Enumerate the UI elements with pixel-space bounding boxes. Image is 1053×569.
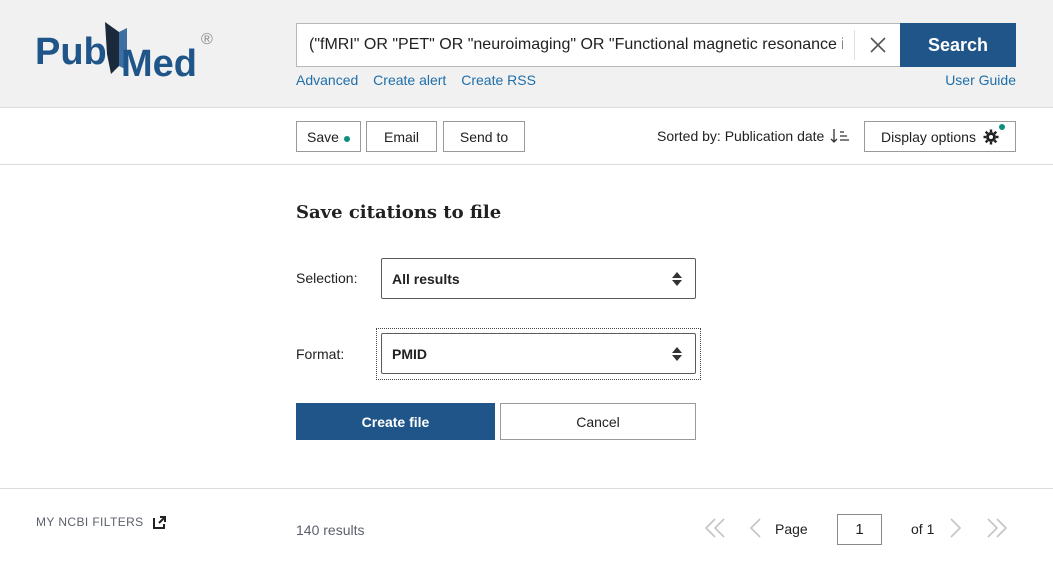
display-options-label: Display options [881, 128, 976, 145]
create-alert-link[interactable]: Create alert [373, 72, 446, 88]
svg-text:®: ® [201, 31, 213, 48]
gear-icon [983, 123, 1005, 145]
results-toolbar: Save Email Send to Sorted by: Publicatio… [0, 108, 1053, 165]
last-page-button[interactable] [986, 517, 1008, 539]
email-button[interactable]: Email [366, 121, 437, 152]
results-footer: MY NCBI FILTERS 140 results Page of 1 [0, 488, 1053, 569]
save-button[interactable]: Save [296, 121, 361, 152]
save-button-label: Save [307, 128, 339, 145]
external-link-icon [152, 515, 166, 529]
sort-control[interactable]: Sorted by: Publication date [657, 127, 850, 145]
user-guide-link[interactable]: User Guide [945, 72, 1016, 88]
pubmed-logo[interactable]: Pub Med ® [35, 18, 225, 85]
header: Pub Med ® Search Advanced Create alert C… [0, 0, 1053, 108]
svg-text:Pub: Pub [35, 31, 107, 73]
selection-select[interactable]: All results [381, 258, 696, 299]
send-to-button[interactable]: Send to [443, 121, 525, 152]
svg-text:Med: Med [121, 43, 197, 82]
next-page-button[interactable] [949, 517, 963, 539]
search-button[interactable]: Search [900, 23, 1016, 67]
page-number-input[interactable] [837, 514, 882, 545]
clear-search-button[interactable] [857, 24, 899, 66]
prev-page-button[interactable] [748, 517, 762, 539]
search-sublinks: Advanced Create alert Create RSS [296, 72, 547, 88]
next-page-icon [950, 518, 962, 538]
display-options-button[interactable]: Display options [864, 121, 1016, 152]
panel-title: Save citations to file [296, 202, 502, 223]
my-ncbi-filters-link[interactable]: MY NCBI FILTERS [36, 515, 166, 529]
selection-label: Selection: [296, 270, 358, 286]
format-select[interactable]: PMID [381, 333, 696, 374]
display-options-dot [998, 123, 1005, 130]
search-input[interactable] [297, 24, 853, 66]
select-arrows-icon [672, 272, 682, 286]
first-page-button[interactable] [704, 517, 726, 539]
last-page-icon [987, 518, 1008, 538]
clear-icon [870, 37, 886, 53]
results-count: 140 results [296, 522, 365, 538]
format-label: Format: [296, 346, 345, 362]
save-active-dot [343, 135, 350, 142]
search-box [296, 23, 901, 67]
prev-page-icon [749, 518, 761, 538]
my-ncbi-filters-label: MY NCBI FILTERS [36, 515, 144, 529]
page-label: Page [775, 521, 808, 537]
selection-value: All results [392, 270, 460, 287]
pubmed-logo-icon: Pub Med ® [35, 22, 213, 85]
cancel-button[interactable]: Cancel [500, 403, 696, 440]
sort-label: Sorted by: Publication date [657, 128, 825, 144]
search-divider [854, 30, 855, 60]
page-total: of 1 [911, 521, 935, 537]
advanced-link[interactable]: Advanced [296, 72, 358, 88]
sort-icon [830, 129, 850, 143]
first-page-icon [704, 518, 725, 538]
select-arrows-icon [672, 347, 682, 361]
format-value: PMID [392, 345, 427, 362]
create-file-button[interactable]: Create file [296, 403, 495, 440]
create-rss-link[interactable]: Create RSS [461, 72, 536, 88]
